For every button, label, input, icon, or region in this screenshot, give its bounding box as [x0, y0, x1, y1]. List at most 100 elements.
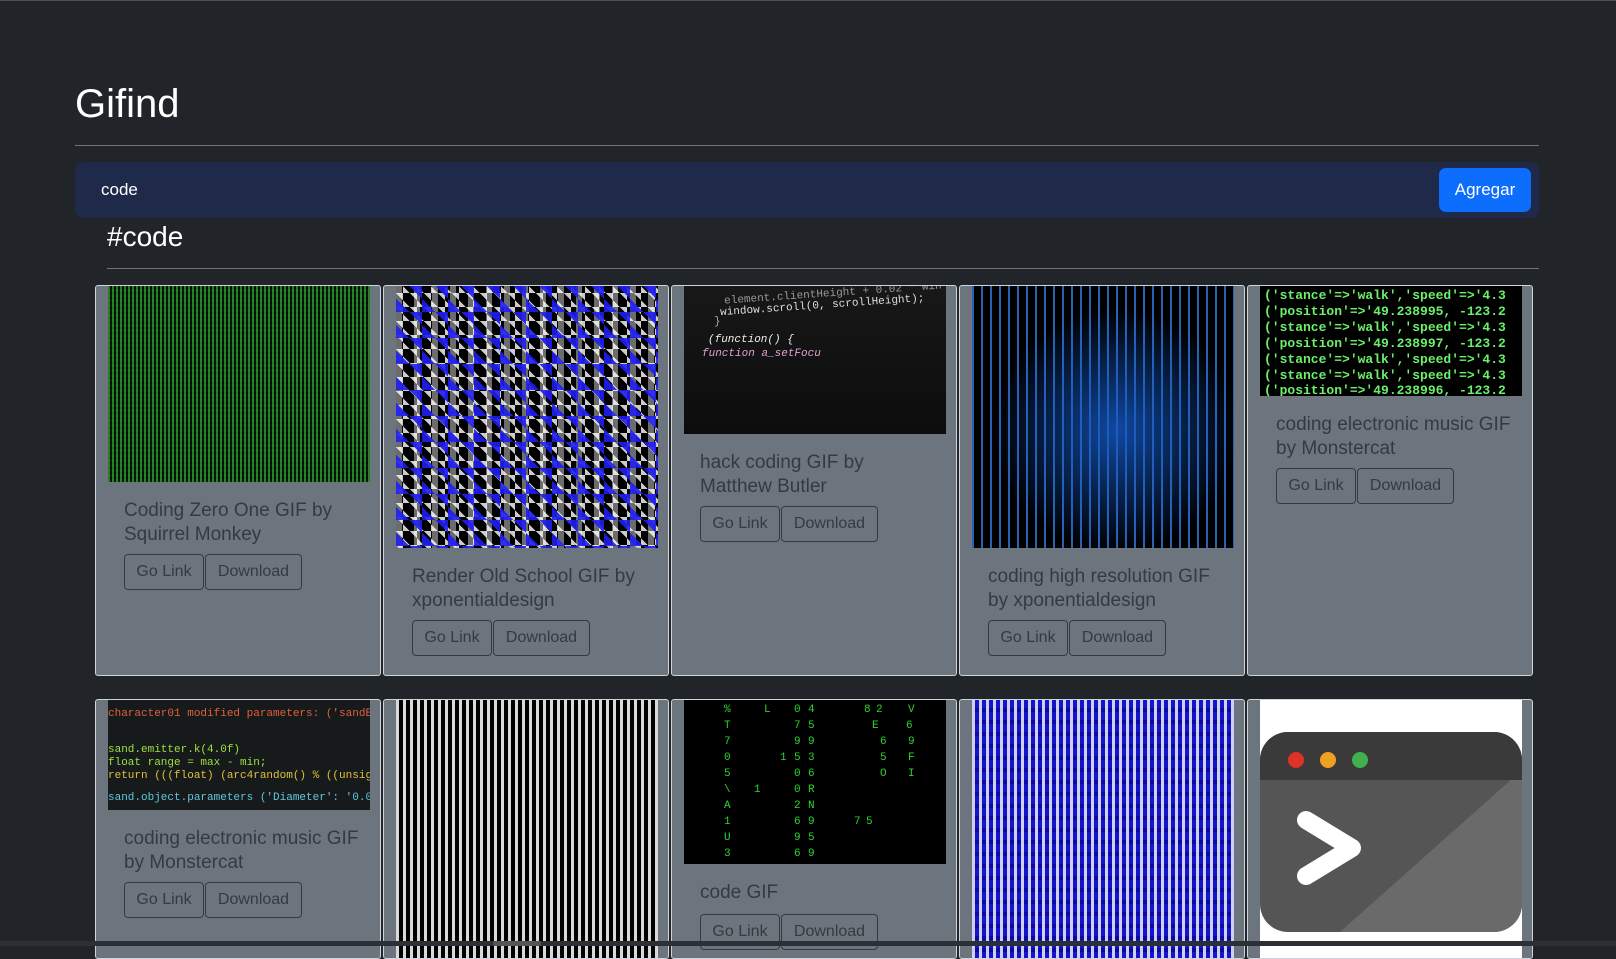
gif-card: Render Old School GIF by xponentialdesig… [383, 285, 669, 676]
gif-title: Render Old School GIF by xponentialdesig… [412, 566, 635, 611]
gif-image[interactable] [396, 286, 658, 548]
svg-text:9: 9 [808, 816, 815, 828]
gif-card [383, 699, 669, 959]
code-text: function a_setFocu [702, 348, 821, 360]
go-link-button[interactable]: Go Link [124, 554, 204, 590]
svg-text:9: 9 [808, 736, 815, 748]
svg-text:I: I [908, 768, 915, 780]
gif-image[interactable] [108, 286, 370, 482]
svg-text:7: 7 [854, 816, 861, 828]
svg-text:1: 1 [754, 784, 761, 796]
svg-text:2: 2 [794, 800, 801, 812]
gif-card: % L 0 4 8 2 V T75E6 79969 01535F 506OI \ 1 0 R A2… [671, 699, 957, 959]
svg-text:6: 6 [808, 768, 815, 780]
title-divider [75, 145, 1539, 146]
go-link-button[interactable]: Go Link [700, 506, 780, 542]
gif-image[interactable]: element.clientHeight + 0.02 * win window… [684, 286, 946, 434]
gif-title: coding electronic music GIF by Monsterca… [1276, 414, 1511, 459]
svg-text:F: F [908, 752, 915, 764]
svg-text:E: E [872, 720, 879, 732]
gif-image[interactable] [972, 286, 1234, 548]
svg-text:V: V [908, 704, 915, 716]
svg-text:5: 5 [866, 816, 873, 828]
gif-card: coding high resolution GIF by xponential… [959, 285, 1245, 676]
svg-text:5: 5 [808, 720, 815, 732]
download-button[interactable]: Download [1069, 620, 1166, 656]
code-text: sand.object.parameters ('Diameter': '0.0… [108, 792, 370, 804]
svg-text:7: 7 [794, 720, 801, 732]
svg-text:3: 3 [724, 848, 731, 860]
go-link-button[interactable]: Go Link [412, 620, 492, 656]
svg-text:0: 0 [724, 752, 731, 764]
svg-text:\: \ [724, 784, 731, 796]
code-text: ('stance'=>'walk','speed'=>'4.3 [1264, 320, 1506, 335]
svg-text:O: O [880, 768, 887, 780]
category-divider [107, 268, 1539, 269]
svg-text:T: T [724, 720, 731, 732]
gif-image[interactable] [972, 700, 1234, 958]
gif-image[interactable]: character01 modified parameters: ('sandE… [108, 700, 370, 810]
code-text: ('stance'=>'walk','speed'=>'4.3 [1264, 368, 1506, 383]
download-button[interactable]: Download [205, 554, 302, 590]
category-title: #code [107, 221, 184, 252]
download-button[interactable]: Download [1357, 468, 1454, 504]
code-text: return (((float) (arc4random() % ((unsig… [108, 770, 370, 782]
svg-text:6: 6 [906, 720, 913, 732]
svg-text:5: 5 [794, 752, 801, 764]
gif-card: ('stance'=>'walk','speed'=>'4.3 ('positi… [1247, 285, 1533, 676]
svg-text:6: 6 [794, 848, 801, 860]
download-button[interactable]: Download [781, 506, 878, 542]
search-input[interactable] [89, 168, 1409, 212]
gif-image[interactable]: ('stance'=>'walk','speed'=>'4.3 ('positi… [1260, 286, 1522, 396]
gif-image[interactable]: % L 0 4 8 2 V T75E6 79969 01535F 506OI \ 1 0 R A2… [684, 700, 946, 864]
svg-text:0: 0 [794, 768, 801, 780]
svg-text:5: 5 [724, 768, 731, 780]
svg-text:7: 7 [724, 736, 731, 748]
svg-text:N: N [808, 800, 815, 812]
scrollbar-thumb[interactable] [493, 941, 541, 946]
gif-title: Coding Zero One GIF by Squirrel Monkey [124, 500, 333, 545]
svg-text:A: A [724, 800, 731, 812]
gif-title: coding electronic music GIF by Monsterca… [124, 828, 359, 873]
svg-text:8: 8 [864, 704, 871, 716]
code-text: (function() { [708, 334, 794, 346]
code-text: character01 modified parameters: ('sandE… [108, 708, 370, 720]
svg-text:3: 3 [808, 752, 815, 764]
svg-text:1: 1 [724, 816, 731, 828]
download-button[interactable]: Download [205, 882, 302, 918]
gif-title: hack coding GIF by Matthew Butler [700, 452, 864, 497]
svg-text:1: 1 [780, 752, 787, 764]
code-text: ('position'=>'49.238996, -123.2 [1264, 383, 1506, 396]
gif-image[interactable] [396, 700, 658, 958]
svg-text:6: 6 [880, 736, 887, 748]
add-button[interactable]: Agregar [1439, 168, 1531, 212]
svg-text:0: 0 [794, 784, 801, 796]
go-link-button[interactable]: Go Link [988, 620, 1068, 656]
terminal-icon [1260, 732, 1522, 932]
gif-title: code GIF [700, 882, 779, 903]
svg-text:4: 4 [808, 704, 815, 716]
svg-text:9: 9 [808, 848, 815, 860]
horizontal-scrollbar[interactable] [0, 941, 1616, 946]
svg-text:L: L [764, 704, 771, 716]
gif-card: character01 modified parameters: ('sandE… [95, 699, 381, 959]
gif-image[interactable] [1260, 700, 1522, 958]
top-border [0, 0, 1616, 1]
gif-card: Coding Zero One GIF by Squirrel Monkey G… [95, 285, 381, 676]
svg-text:9: 9 [794, 832, 801, 844]
app-title: Gifind [75, 82, 180, 126]
svg-text:2: 2 [876, 704, 883, 716]
code-text: sand.emitter.k(4.0f) [108, 744, 241, 756]
go-link-button[interactable]: Go Link [1276, 468, 1356, 504]
download-button[interactable]: Download [493, 620, 590, 656]
go-link-button[interactable]: Go Link [124, 882, 204, 918]
code-text: float range = max - min; [108, 757, 267, 769]
svg-text:0: 0 [794, 704, 801, 716]
svg-text:5: 5 [808, 832, 815, 844]
code-text: } [714, 316, 721, 328]
search-form: Agregar [75, 162, 1539, 218]
svg-text:U: U [724, 832, 731, 844]
code-text: ('stance'=>'walk','speed'=>'4.3 [1264, 352, 1506, 367]
svg-text:9: 9 [908, 736, 915, 748]
svg-text:6: 6 [794, 816, 801, 828]
